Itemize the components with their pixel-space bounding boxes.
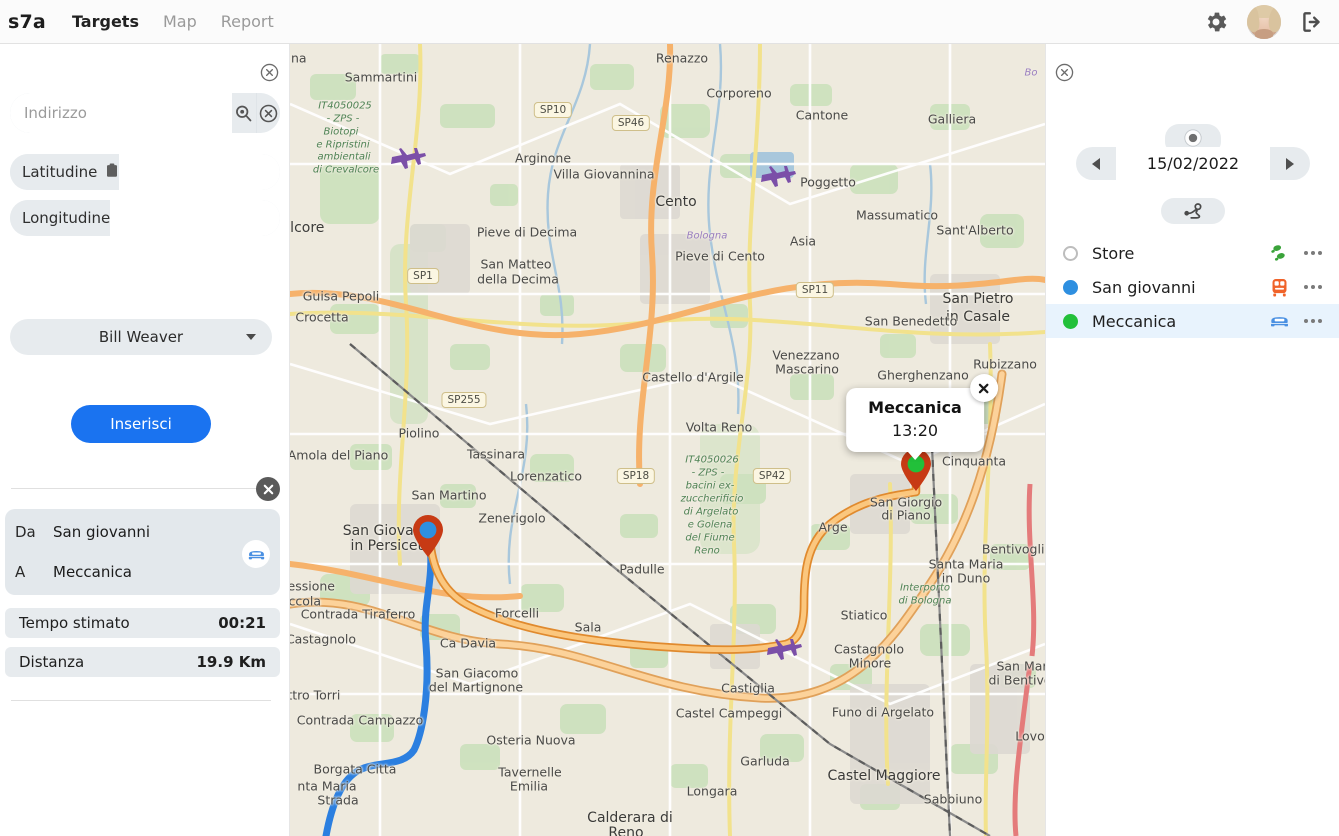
target-status-dot bbox=[1063, 313, 1078, 329]
top-bar-actions bbox=[1203, 4, 1325, 39]
date-value[interactable]: 15/02/2022 bbox=[1116, 147, 1270, 180]
target-select[interactable]: Bill Weaver bbox=[10, 319, 272, 355]
kebab-menu-icon[interactable] bbox=[1304, 285, 1322, 289]
target-row-store[interactable]: Store bbox=[1046, 236, 1339, 270]
kebab-menu-icon[interactable] bbox=[1304, 319, 1322, 323]
chevron-left-icon[interactable] bbox=[1076, 147, 1116, 180]
route-from-line: Da San giovanni bbox=[15, 523, 150, 541]
longitude-row: Longitudine bbox=[10, 200, 280, 236]
target-row-meccanica[interactable]: Meccanica bbox=[1046, 304, 1339, 338]
san-giovanni-marker[interactable] bbox=[411, 514, 445, 558]
popup-tail bbox=[906, 451, 923, 460]
route-to-line: A Meccanica bbox=[15, 563, 132, 581]
target-name: Store bbox=[1092, 243, 1135, 263]
top-navigation-bar: s7a Targets Map Report bbox=[0, 0, 1339, 44]
logout-icon[interactable] bbox=[1299, 9, 1325, 35]
target-select-value: Bill Weaver bbox=[98, 328, 184, 346]
divider-bottom bbox=[11, 700, 271, 701]
chevron-right-icon[interactable] bbox=[1270, 147, 1310, 180]
clipboard-icon[interactable] bbox=[105, 163, 119, 182]
target-list: Store San giovanni Meccanica bbox=[1046, 236, 1339, 338]
route-path-icon[interactable] bbox=[1160, 198, 1225, 224]
route-from-value: San giovanni bbox=[53, 523, 151, 541]
right-targets-panel: 15/02/2022 Store San giovanni Meccanica bbox=[1045, 44, 1339, 836]
search-icon[interactable] bbox=[232, 93, 256, 133]
target-status-dot bbox=[1063, 279, 1078, 295]
route-to-label: A bbox=[15, 563, 26, 581]
road-shield: SP10 bbox=[533, 102, 573, 118]
estimated-time-row: Tempo stimato 00:21 bbox=[5, 608, 280, 638]
nav-item-report[interactable]: Report bbox=[221, 12, 274, 31]
avatar[interactable] bbox=[1247, 4, 1281, 39]
divider-top bbox=[11, 488, 259, 489]
insert-button[interactable]: Inserisci bbox=[71, 405, 211, 443]
gear-icon[interactable] bbox=[1203, 9, 1229, 35]
longitude-input[interactable] bbox=[110, 200, 280, 236]
distance-row: Distanza 19.9 Km bbox=[5, 647, 280, 677]
close-circle-icon[interactable] bbox=[260, 63, 279, 82]
distance-value: 19.9 Km bbox=[196, 653, 267, 671]
distance-label: Distanza bbox=[19, 653, 85, 671]
nav-item-map[interactable]: Map bbox=[163, 12, 197, 31]
kebab-menu-icon[interactable] bbox=[1304, 251, 1322, 255]
route-from-label: Da bbox=[15, 523, 36, 541]
longitude-label: Longitudine bbox=[10, 200, 111, 236]
map-popup: Meccanica 13:20 bbox=[846, 374, 998, 460]
car-icon[interactable] bbox=[1266, 314, 1292, 328]
popup-title: Meccanica bbox=[868, 398, 962, 417]
latitude-row: Latitudine bbox=[10, 154, 280, 190]
route-close-button[interactable] bbox=[256, 477, 280, 501]
nav-item-targets[interactable]: Targets bbox=[72, 12, 139, 31]
target-row-san-giovanni[interactable]: San giovanni bbox=[1046, 270, 1339, 304]
app-brand: s7a bbox=[8, 10, 46, 33]
estimated-time-value: 00:21 bbox=[218, 614, 266, 632]
popup-close-button[interactable] bbox=[969, 374, 998, 402]
latitude-input[interactable] bbox=[119, 154, 280, 190]
main-nav: Targets Map Report bbox=[72, 12, 274, 31]
train-icon[interactable] bbox=[1266, 278, 1292, 297]
target-status-dot bbox=[1063, 245, 1078, 261]
road-shield: SP11 bbox=[795, 282, 835, 298]
search-input[interactable] bbox=[10, 93, 232, 133]
app-root: s7a Targets Map Report Indirizzo Latitud… bbox=[0, 0, 1339, 836]
route-summary-card: Da San giovanni A Meccanica bbox=[5, 509, 280, 595]
route-to-value: Meccanica bbox=[53, 563, 132, 581]
target-name: Meccanica bbox=[1092, 311, 1177, 331]
chevron-down-icon bbox=[246, 334, 256, 340]
map-canvas[interactable]: Sammartini Renazzo Corporeno Cantone Gallier… bbox=[290, 44, 1045, 836]
latitude-label: Latitudine bbox=[22, 163, 98, 181]
close-circle-icon[interactable] bbox=[1055, 63, 1074, 82]
road-shield: SP1 bbox=[407, 268, 439, 284]
date-navigator: 15/02/2022 bbox=[1076, 147, 1310, 180]
popup-subtitle: 13:20 bbox=[891, 421, 939, 440]
car-icon[interactable] bbox=[242, 540, 270, 568]
address-search-group bbox=[10, 93, 280, 133]
road-shield: SP18 bbox=[616, 468, 656, 484]
clear-circle-icon[interactable] bbox=[255, 93, 280, 133]
latitude-label-group: Latitudine bbox=[10, 154, 120, 190]
road-shield: SP42 bbox=[752, 468, 792, 484]
footprints-icon[interactable] bbox=[1266, 243, 1292, 263]
left-form-panel: Latitudine Longitudine Bill Weaver Inser… bbox=[0, 44, 290, 836]
road-shield: SP255 bbox=[441, 392, 487, 408]
estimated-time-label: Tempo stimato bbox=[19, 614, 130, 632]
target-name: San giovanni bbox=[1092, 277, 1196, 297]
road-shield: SP46 bbox=[611, 115, 651, 131]
